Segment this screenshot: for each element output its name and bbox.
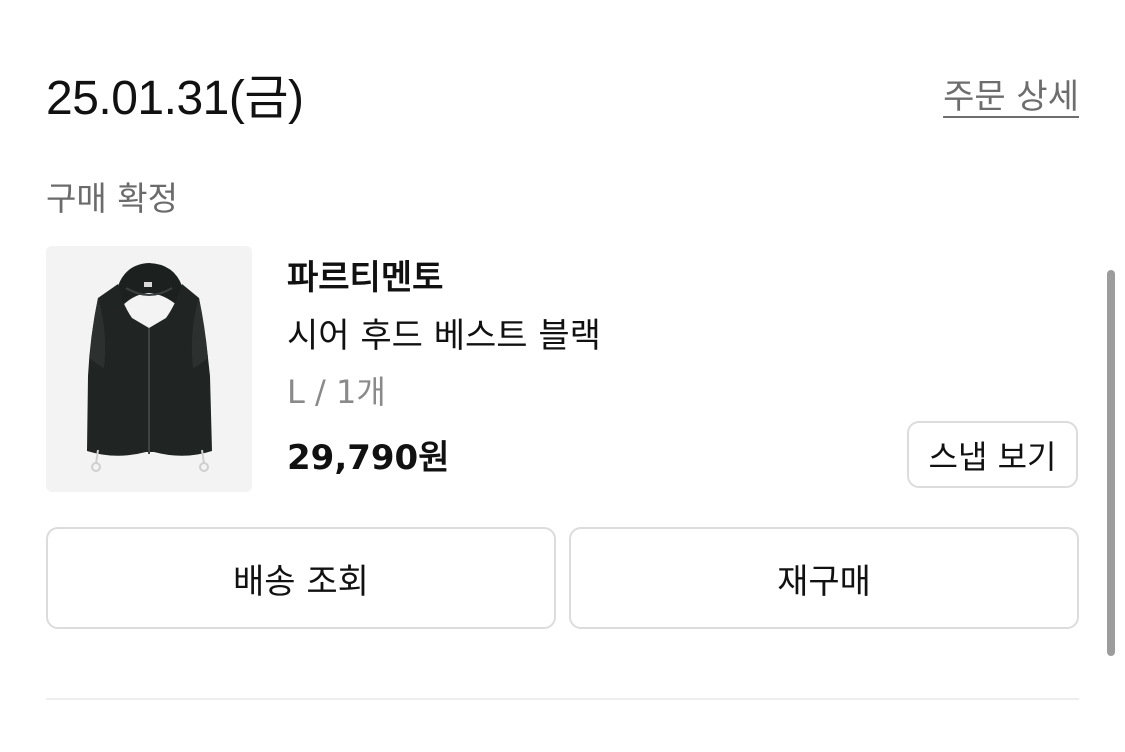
product-name[interactable]: 시어 후드 베스트 블랙 (287, 308, 601, 357)
reorder-button[interactable]: 재구매 (569, 527, 1079, 629)
track-delivery-button[interactable]: 배송 조회 (46, 527, 556, 629)
order-date: 25.01.31(금) (46, 72, 304, 125)
hooded-vest-icon (87, 263, 212, 472)
product-image[interactable] (46, 246, 252, 492)
scrollbar[interactable] (1107, 270, 1115, 656)
product-option: L / 1개 (287, 373, 386, 411)
order-header: 25.01.31(금) 주문 상세 (46, 58, 1079, 128)
snap-view-button[interactable]: 스냅 보기 (907, 421, 1078, 488)
section-divider (46, 698, 1079, 700)
order-detail-link[interactable]: 주문 상세 (943, 69, 1079, 118)
product-brand[interactable]: 파르티멘토 (287, 250, 443, 299)
order-status: 구매 확정 (46, 179, 178, 218)
product-price: 29,790원 (287, 438, 450, 478)
order-history-page: 25.01.31(금) 주문 상세 구매 확정 파르티멘토 시어 후드 베스트 … (0, 0, 1125, 752)
